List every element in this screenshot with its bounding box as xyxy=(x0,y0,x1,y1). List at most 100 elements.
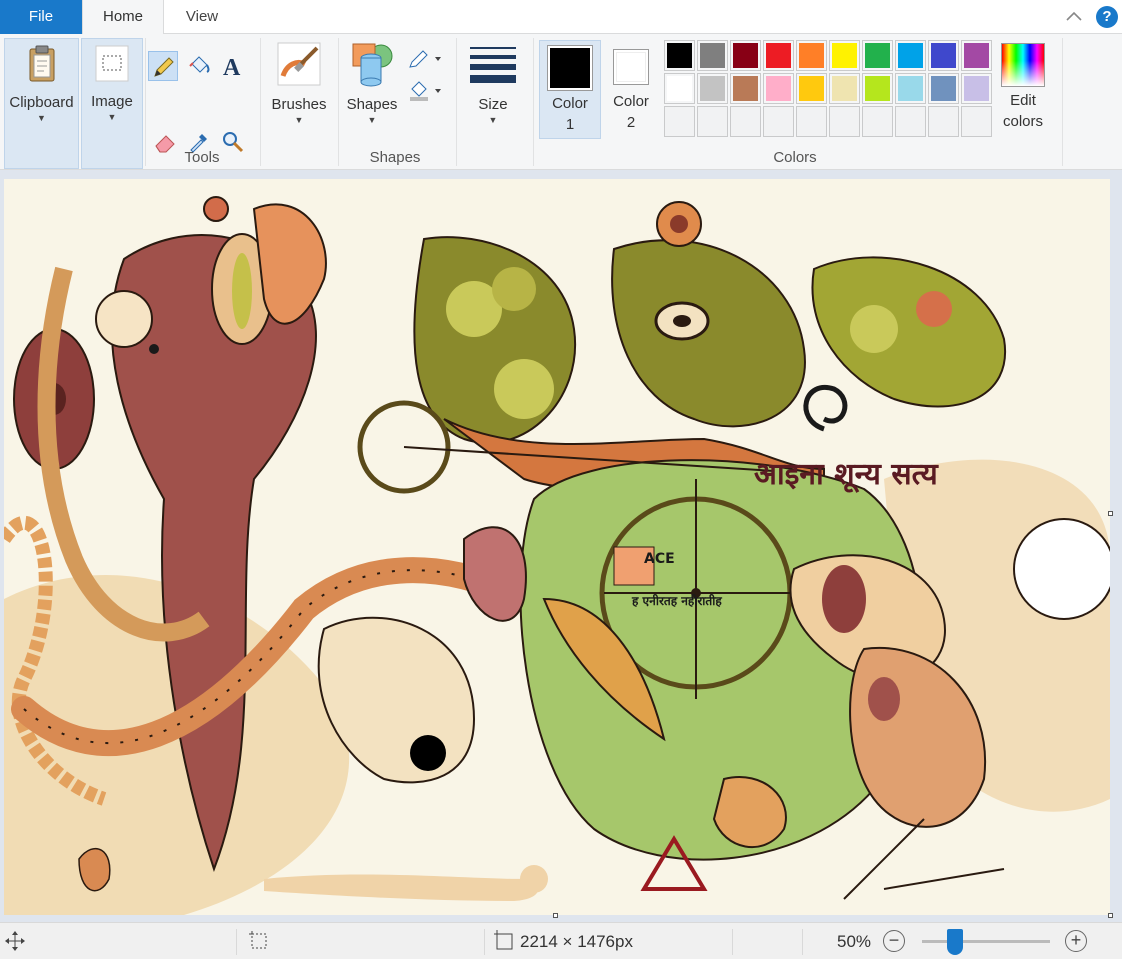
shapes-icon xyxy=(352,43,393,87)
separator xyxy=(236,929,237,955)
color-swatch[interactable] xyxy=(697,73,728,104)
colors-group-label: Colors xyxy=(773,149,817,166)
custom-color-slot[interactable] xyxy=(895,106,926,137)
resize-handle-bottom[interactable] xyxy=(553,913,558,918)
swatch-fill xyxy=(832,76,857,101)
color-swatch[interactable] xyxy=(763,73,794,104)
color-swatch[interactable] xyxy=(895,73,926,104)
color-swatch[interactable] xyxy=(895,40,926,71)
help-button[interactable]: ? xyxy=(1096,6,1118,28)
edit-colors-button[interactable]: Edit colors xyxy=(996,40,1050,140)
resize-handle-corner[interactable] xyxy=(1108,913,1113,918)
color-swatch[interactable] xyxy=(796,73,827,104)
fill-dropdown[interactable] xyxy=(404,76,444,106)
separator xyxy=(732,929,733,955)
custom-color-slot[interactable] xyxy=(961,106,992,137)
color-swatch[interactable] xyxy=(697,40,728,71)
canvas-dimensions: 2214 × 1476px xyxy=(520,932,633,951)
clipboard-label: Clipboard xyxy=(9,94,74,111)
separator xyxy=(456,38,457,166)
color-swatch[interactable] xyxy=(829,40,860,71)
custom-color-slot[interactable] xyxy=(796,106,827,137)
shapes-button[interactable]: Shapes ▼ xyxy=(342,40,402,140)
color-swatch[interactable] xyxy=(730,40,761,71)
status-bar: 2214 × 1476px 50% − + xyxy=(0,922,1122,959)
outline-dropdown[interactable] xyxy=(404,44,444,74)
tab-view[interactable]: View xyxy=(164,0,240,34)
zoom-slider-track[interactable] xyxy=(922,940,1050,943)
color-swatch[interactable] xyxy=(829,73,860,104)
color-swatch[interactable] xyxy=(763,40,794,71)
zoom-slider-thumb[interactable] xyxy=(946,929,963,955)
custom-color-slot[interactable] xyxy=(928,106,959,137)
swatch-fill xyxy=(766,43,791,68)
custom-color-slot[interactable] xyxy=(664,106,695,137)
separator xyxy=(484,929,485,955)
text-tool[interactable]: A xyxy=(218,51,248,81)
color-swatch[interactable] xyxy=(928,73,959,104)
separator xyxy=(145,38,146,166)
custom-color-slot[interactable] xyxy=(829,106,860,137)
zoom-out-button[interactable]: − xyxy=(883,930,905,952)
resize-handle-right[interactable] xyxy=(1108,511,1113,516)
size-button[interactable]: Size ▼ xyxy=(460,40,526,140)
clipboard-button[interactable]: Clipboard ▼ xyxy=(4,38,79,169)
color-swatch[interactable] xyxy=(862,73,893,104)
zoom-in-button[interactable]: + xyxy=(1065,930,1087,952)
swatch-fill xyxy=(766,76,791,101)
canvas-size-icon xyxy=(494,930,513,950)
custom-color-slot[interactable] xyxy=(697,106,728,137)
drawing-canvas[interactable]: आइना शून्य सत्य ACE ह एनीरतह नहीरातीह xyxy=(4,179,1110,915)
chevron-down-icon: ▼ xyxy=(488,115,498,125)
color1-button[interactable]: Color 1 xyxy=(539,40,601,139)
color-swatch[interactable] xyxy=(796,40,827,71)
tools-group-label: Tools xyxy=(184,149,220,166)
edit-colors-label-2: colors xyxy=(1002,113,1043,130)
swatch-fill xyxy=(733,76,758,101)
swatch-fill xyxy=(733,43,758,68)
custom-color-slot[interactable] xyxy=(862,106,893,137)
custom-color-slot[interactable] xyxy=(730,106,761,137)
color-swatch[interactable] xyxy=(664,40,695,71)
tab-file[interactable]: File xyxy=(0,0,82,34)
separator xyxy=(802,929,803,955)
artwork: आइना शून्य सत्य ACE ह एनीरतह नहीरातीह xyxy=(4,179,1110,915)
artwork-label-sub: ह एनीरतह नहीरातीह xyxy=(631,594,722,608)
swatch-fill xyxy=(832,43,857,68)
color2-label: Color xyxy=(613,93,649,110)
svg-text:A: A xyxy=(223,55,241,78)
swatch-fill xyxy=(898,43,923,68)
workspace[interactable]: आइना शून्य सत्य ACE ह एनीरतह नहीरातीह xyxy=(0,170,1122,922)
brushes-button[interactable]: Brushes ▼ xyxy=(264,40,334,140)
swatch-fill xyxy=(865,43,890,68)
select-icon xyxy=(95,45,129,82)
brushes-label: Brushes xyxy=(271,96,327,113)
custom-color-slot[interactable] xyxy=(763,106,794,137)
tab-home[interactable]: Home xyxy=(82,0,164,35)
image-button[interactable]: Image ▼ xyxy=(81,38,143,169)
swatch-fill xyxy=(700,43,725,68)
pencil-tool[interactable] xyxy=(148,51,178,81)
color-swatch[interactable] xyxy=(862,40,893,71)
swatch-fill xyxy=(865,76,890,101)
color-swatch[interactable] xyxy=(664,73,695,104)
collapse-ribbon-icon[interactable] xyxy=(1064,7,1084,27)
color-swatch[interactable] xyxy=(961,73,992,104)
swatch-fill xyxy=(898,76,923,101)
color1-swatch xyxy=(547,45,593,91)
fill-bucket-icon xyxy=(189,56,210,73)
text-icon: A xyxy=(223,55,241,78)
swatch-fill xyxy=(964,43,989,68)
artwork-title: आइना शून्य सत्य xyxy=(754,457,939,493)
swatch-fill xyxy=(931,43,956,68)
zoom-percentage: 50% xyxy=(837,932,872,951)
color-swatch[interactable] xyxy=(961,40,992,71)
color-swatch[interactable] xyxy=(928,40,959,71)
color-swatch[interactable] xyxy=(730,73,761,104)
swatch-fill xyxy=(799,76,824,101)
selection-size-icon xyxy=(249,931,267,949)
color2-button[interactable]: Color 2 xyxy=(606,40,656,139)
fill-tool[interactable] xyxy=(184,51,214,81)
swatch-fill xyxy=(931,76,956,101)
swatch-fill xyxy=(667,43,692,68)
